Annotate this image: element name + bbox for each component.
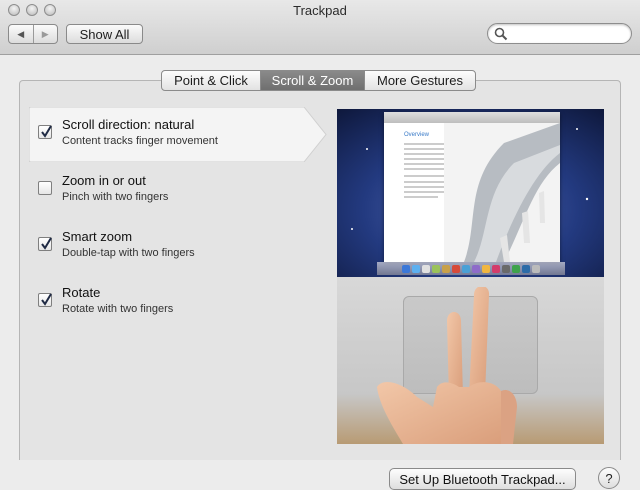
option-title: Smart zoom (62, 229, 133, 244)
tab-more-gestures[interactable]: More Gestures (364, 71, 475, 90)
bridge-photo (444, 123, 560, 262)
back-button[interactable]: ◀ (9, 25, 33, 43)
help-icon: ? (605, 470, 613, 486)
preview-document-window: Overview (384, 112, 560, 262)
smart-zoom-checkbox[interactable] (38, 237, 52, 251)
help-button[interactable]: ? (598, 467, 620, 489)
dock-app-icon (482, 264, 490, 273)
dock-app-icon (432, 264, 440, 273)
dock-app-icon (442, 264, 450, 273)
tab-point-and-click[interactable]: Point & Click (162, 71, 260, 90)
option-title: Scroll direction: natural (62, 117, 195, 132)
preview-document-heading: Overview (404, 132, 430, 138)
dock-app-icon (462, 264, 470, 273)
window-title: Trackpad (293, 3, 347, 18)
dock-app-icon (532, 264, 540, 273)
scroll-direction-checkbox[interactable] (38, 125, 52, 139)
rotate-checkbox[interactable] (38, 293, 52, 307)
checkmark-icon (41, 237, 52, 250)
preview-screen: Overview (337, 109, 604, 277)
search-input[interactable] (508, 25, 630, 43)
search-icon (494, 27, 508, 41)
option-subtitle: Double-tap with two fingers (62, 247, 195, 259)
option-scroll-direction[interactable]: Scroll direction: natural Content tracks… (29, 107, 329, 163)
dock-app-icon (512, 264, 520, 273)
back-forward-control: ◀ ▶ (8, 24, 58, 44)
option-rotate[interactable]: Rotate Rotate with two fingers (29, 275, 329, 331)
gesture-preview-video: Overview (337, 109, 604, 444)
dock-app-icon (472, 264, 480, 273)
dock-app-icon (412, 264, 420, 273)
dock-app-icon (502, 264, 510, 273)
triangle-right-icon: ▶ (41, 28, 49, 39)
zoom-in-out-checkbox[interactable] (38, 181, 52, 195)
preview-document-toolbar (384, 112, 560, 123)
option-smart-zoom[interactable]: Smart zoom Double-tap with two fingers (29, 219, 329, 275)
tab-bar: Point & Click Scroll & Zoom More Gesture… (161, 70, 476, 91)
forward-button[interactable]: ▶ (32, 25, 58, 43)
tab-scroll-and-zoom[interactable]: Scroll & Zoom (260, 71, 364, 90)
dock-app-icon (492, 264, 500, 273)
show-all-button[interactable]: Show All (66, 24, 143, 44)
checkmark-icon (41, 125, 52, 138)
option-zoom-in-out[interactable]: Zoom in or out Pinch with two fingers (29, 163, 329, 219)
checkmark-icon (41, 293, 52, 306)
option-title: Rotate (62, 285, 101, 300)
triangle-left-icon: ◀ (17, 28, 25, 39)
window-toolbar: Trackpad ◀ ▶ Show All (0, 0, 640, 55)
option-subtitle: Pinch with two fingers (62, 191, 169, 203)
option-title: Zoom in or out (62, 173, 146, 188)
dock-app-icon (422, 264, 430, 273)
dock-app-icon (402, 264, 410, 273)
search-field[interactable] (487, 23, 632, 44)
option-subtitle: Rotate with two fingers (62, 303, 174, 315)
option-subtitle: Content tracks finger movement (62, 135, 218, 147)
preview-dock (377, 262, 565, 275)
set-up-bluetooth-trackpad-button[interactable]: Set Up Bluetooth Trackpad... (389, 468, 576, 490)
dock-app-icon (452, 264, 460, 273)
dock-app-icon (522, 264, 530, 273)
hand-gesture-image (377, 287, 517, 444)
